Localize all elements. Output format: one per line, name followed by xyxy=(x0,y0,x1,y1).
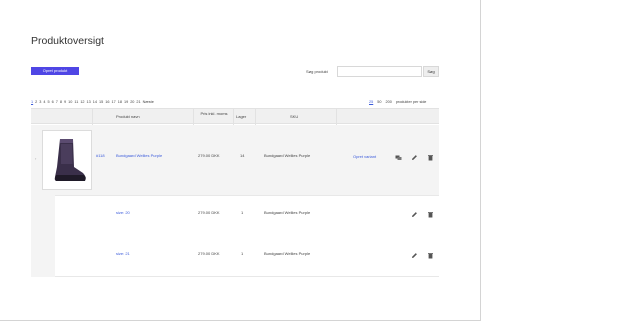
page-link-8[interactable]: 8 xyxy=(60,100,62,104)
copy-icon[interactable] xyxy=(395,154,402,161)
header-sku[interactable]: SKU xyxy=(290,114,298,119)
page-link-18[interactable]: 18 xyxy=(118,100,122,104)
variant-stock: 1 xyxy=(241,251,244,256)
per-page-label: produkter per side xyxy=(395,100,427,104)
page-link-12[interactable]: 12 xyxy=(80,100,84,104)
table-row xyxy=(31,125,439,195)
trash-icon[interactable] xyxy=(427,154,434,161)
chevron-right-icon[interactable]: › xyxy=(35,156,36,161)
per-page-selector: 25 50 200 produkter per side xyxy=(369,100,430,104)
variant-price: 279.00 DKK xyxy=(198,251,220,256)
pencil-icon[interactable] xyxy=(411,252,418,259)
per-page-option-50[interactable]: 50 xyxy=(377,100,381,104)
page-link-4[interactable]: 4 xyxy=(43,100,45,104)
page-link-16[interactable]: 16 xyxy=(105,100,109,104)
product-stock: 14 xyxy=(240,153,245,158)
create-product-button[interactable]: Opret produkt xyxy=(31,67,79,75)
product-name-link[interactable]: Bundgaard Wellies Purple xyxy=(116,153,162,158)
page-link-11[interactable]: 11 xyxy=(74,100,78,104)
page-title: Produktoversigt xyxy=(31,35,104,47)
table-row xyxy=(55,195,439,237)
variant-name-link[interactable]: size: 21 xyxy=(116,251,130,256)
page-link-9[interactable]: 9 xyxy=(64,100,66,104)
variant-stock: 1 xyxy=(241,210,244,215)
page-link-15[interactable]: 15 xyxy=(99,100,103,104)
product-sku: Bundgaard Wellies Purple xyxy=(264,153,311,158)
table-row xyxy=(55,236,439,277)
page-link-19[interactable]: 19 xyxy=(124,100,128,104)
per-page-option-200[interactable]: 200 xyxy=(385,100,391,104)
trash-icon[interactable] xyxy=(427,252,434,259)
table-header: Produkt navn Pris inkl. moms Lager SKU xyxy=(31,108,439,125)
product-price: 279.00 DKK xyxy=(198,153,220,158)
trash-icon[interactable] xyxy=(427,211,434,218)
header-product-name[interactable]: Produkt navn xyxy=(116,114,140,119)
next-page-link[interactable]: Næste xyxy=(143,100,154,104)
page-link-20[interactable]: 20 xyxy=(130,100,134,104)
page-link-21[interactable]: 21 xyxy=(136,100,140,104)
search-button[interactable]: Søg xyxy=(423,66,439,77)
product-id-link[interactable]: #118 xyxy=(96,153,105,158)
page-link-7[interactable]: 7 xyxy=(56,100,58,104)
page-link-2[interactable]: 2 xyxy=(35,100,37,104)
page-link-14[interactable]: 14 xyxy=(93,100,97,104)
product-overview-panel: Produktoversigt Opret produkt Søg produk… xyxy=(0,0,481,321)
create-variant-link[interactable]: Opret variant xyxy=(353,154,376,159)
page-link-17[interactable]: 17 xyxy=(111,100,115,104)
per-page-option-25[interactable]: 25 xyxy=(369,100,373,104)
variant-sku: Bundgaard Wellies Purple xyxy=(264,251,311,256)
page-link-5[interactable]: 5 xyxy=(48,100,50,104)
variant-sku: Bundgaard Wellies Purple xyxy=(264,210,311,215)
header-stock[interactable]: Lager xyxy=(236,114,246,119)
pencil-icon[interactable] xyxy=(411,211,418,218)
variant-name-link[interactable]: size: 20 xyxy=(116,210,130,215)
search-label: Søg produkt xyxy=(306,69,328,74)
variant-price: 279.00 DKK xyxy=(198,210,220,215)
variant-indent xyxy=(31,195,55,277)
header-price[interactable]: Pris inkl. moms xyxy=(199,111,229,116)
product-thumbnail[interactable] xyxy=(42,130,92,190)
pencil-icon[interactable] xyxy=(411,154,418,161)
page-link-10[interactable]: 10 xyxy=(68,100,72,104)
page-link-6[interactable]: 6 xyxy=(52,100,54,104)
search-input[interactable] xyxy=(337,66,422,77)
page-link-3[interactable]: 3 xyxy=(39,100,41,104)
page-link-13[interactable]: 13 xyxy=(87,100,91,104)
boot-image xyxy=(54,139,86,181)
pagination: 1 2 3 4 5 6 7 8 9 10 11 12 13 14 15 16 17 18 19 20 21 Næste xyxy=(31,100,156,104)
page-link-1[interactable]: 1 xyxy=(31,100,33,104)
